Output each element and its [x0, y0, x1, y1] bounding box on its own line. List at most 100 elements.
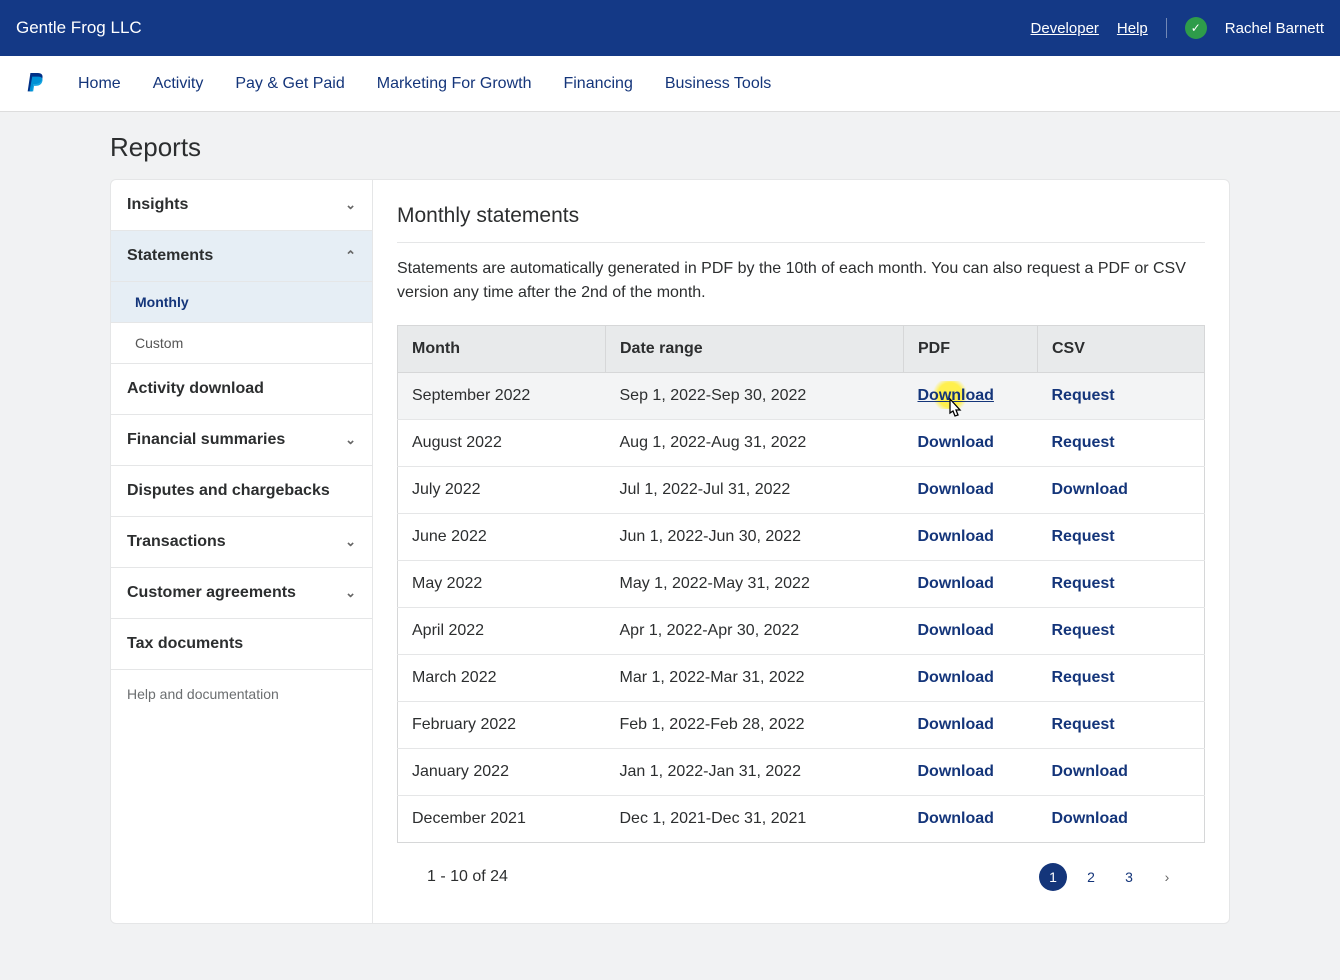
table-row: April 2022Apr 1, 2022-Apr 30, 2022Downlo… — [398, 608, 1205, 655]
cell-pdf: Download — [904, 796, 1038, 843]
page-3-button[interactable]: 3 — [1115, 863, 1143, 891]
chevron-right-icon: › — [1165, 869, 1170, 885]
pdf-download-link[interactable]: Download — [918, 716, 994, 733]
developer-link[interactable]: Developer — [1031, 20, 1099, 37]
sidebar-label: Transactions — [127, 533, 226, 551]
main-content: Monthly statements Statements are automa… — [373, 180, 1229, 923]
csv-action-link[interactable]: Request — [1052, 528, 1115, 545]
nav-marketing[interactable]: Marketing For Growth — [377, 75, 532, 93]
cell-month: December 2021 — [398, 796, 606, 843]
nav-home[interactable]: Home — [78, 75, 121, 93]
csv-action-link[interactable]: Request — [1052, 575, 1115, 592]
nav-bar: Home Activity Pay & Get Paid Marketing F… — [0, 56, 1340, 112]
nav-financing[interactable]: Financing — [563, 75, 632, 93]
nav-pay-get-paid[interactable]: Pay & Get Paid — [235, 75, 344, 93]
sidebar-help-docs[interactable]: Help and documentation — [111, 670, 372, 718]
page-1-button[interactable]: 1 — [1039, 863, 1067, 891]
cell-pdf: Download — [904, 467, 1038, 514]
pdf-download-link[interactable]: Download — [918, 575, 994, 592]
sidebar-label: Disputes and chargebacks — [127, 482, 330, 500]
pdf-download-link[interactable]: Download — [918, 763, 994, 780]
pdf-download-link[interactable]: Download — [918, 810, 994, 827]
chevron-down-icon: ⌄ — [345, 432, 356, 448]
csv-action-link[interactable]: Download — [1052, 763, 1128, 780]
sidebar-statements[interactable]: Statements ⌃ — [111, 231, 372, 282]
sidebar-activity-download[interactable]: Activity download — [111, 364, 372, 415]
sidebar-customer-agreements[interactable]: Customer agreements ⌄ — [111, 568, 372, 619]
page-next-button[interactable]: › — [1153, 863, 1181, 891]
table-row: August 2022Aug 1, 2022-Aug 31, 2022 Downl… — [398, 420, 1205, 467]
pagination: 1 2 3 › — [1039, 863, 1181, 891]
table-row: June 2022Jun 1, 2022-Jun 30, 2022Downloa… — [398, 514, 1205, 561]
sidebar-label: Statements — [127, 247, 213, 265]
csv-action-link[interactable]: Download — [1052, 810, 1128, 827]
company-name: Gentle Frog LLC — [16, 18, 142, 38]
page-2-button[interactable]: 2 — [1077, 863, 1105, 891]
cell-date-range: Jan 1, 2022-Jan 31, 2022 — [606, 749, 904, 796]
cell-month: June 2022 — [398, 514, 606, 561]
sidebar-label: Tax documents — [127, 635, 243, 653]
sidebar-transactions[interactable]: Transactions ⌄ — [111, 517, 372, 568]
cell-month: May 2022 — [398, 561, 606, 608]
chevron-down-icon: ⌄ — [345, 534, 356, 550]
statements-table: Month Date range PDF CSV September 2022S… — [397, 325, 1205, 843]
table-row: September 2022Sep 1, 2022-Sep 30, 2022Do… — [398, 373, 1205, 420]
cell-month: July 2022 — [398, 467, 606, 514]
sidebar-insights[interactable]: Insights ⌄ — [111, 180, 372, 231]
csv-action-link[interactable]: Request — [1052, 434, 1115, 451]
chevron-down-icon: ⌄ — [345, 585, 356, 601]
th-pdf: PDF — [904, 326, 1038, 373]
pdf-download-link[interactable]: Download — [918, 434, 994, 451]
sidebar-label: Financial summaries — [127, 431, 285, 449]
cell-date-range: Aug 1, 2022-Aug 31, 2022 — [606, 420, 904, 467]
sidebar-label: Customer agreements — [127, 584, 296, 602]
table-row: December 2021Dec 1, 2021-Dec 31, 2021 Dow… — [398, 796, 1205, 843]
csv-action-link[interactable]: Request — [1052, 716, 1115, 733]
cell-pdf: Download — [904, 655, 1038, 702]
cell-pdf: Download — [904, 608, 1038, 655]
sidebar-label: Insights — [127, 196, 188, 214]
cell-month: September 2022 — [398, 373, 606, 420]
paypal-logo-icon[interactable] — [24, 71, 46, 97]
cell-csv: Request — [1038, 702, 1205, 749]
help-link[interactable]: Help — [1117, 20, 1148, 37]
cell-month: March 2022 — [398, 655, 606, 702]
cell-date-range: Dec 1, 2021-Dec 31, 2021 — [606, 796, 904, 843]
cell-month: August 2022 — [398, 420, 606, 467]
hover-highlight — [930, 381, 970, 409]
sidebar-financial-summaries[interactable]: Financial summaries ⌄ — [111, 415, 372, 466]
th-date-range: Date range — [606, 326, 904, 373]
chevron-up-icon: ⌃ — [345, 248, 356, 264]
cell-csv: Request — [1038, 420, 1205, 467]
sidebar-statements-monthly[interactable]: Monthly — [111, 282, 372, 323]
pdf-download-link[interactable]: Download — [918, 387, 994, 404]
cell-month: January 2022 — [398, 749, 606, 796]
cell-pdf: Download — [904, 702, 1038, 749]
cell-csv: Download — [1038, 467, 1205, 514]
user-name[interactable]: Rachel Barnett — [1225, 20, 1324, 37]
pdf-download-link[interactable]: Download — [918, 528, 994, 545]
sidebar-statements-custom[interactable]: Custom — [111, 323, 372, 364]
cell-csv: Download — [1038, 749, 1205, 796]
content-heading: Monthly statements — [397, 204, 1205, 243]
avatar-icon[interactable]: ✓ — [1185, 17, 1207, 39]
pdf-download-link[interactable]: Download — [918, 669, 994, 686]
pdf-download-link[interactable]: Download — [918, 622, 994, 639]
sidebar-disputes[interactable]: Disputes and chargebacks — [111, 466, 372, 517]
th-month: Month — [398, 326, 606, 373]
pdf-download-link[interactable]: Download — [918, 481, 994, 498]
cell-date-range: Jul 1, 2022-Jul 31, 2022 — [606, 467, 904, 514]
csv-action-link[interactable]: Request — [1052, 387, 1115, 404]
divider — [1166, 18, 1167, 38]
csv-action-link[interactable]: Request — [1052, 622, 1115, 639]
pagination-range: 1 - 10 of 24 — [427, 868, 508, 886]
csv-action-link[interactable]: Download — [1052, 481, 1128, 498]
nav-activity[interactable]: Activity — [153, 75, 204, 93]
sidebar-tax-documents[interactable]: Tax documents — [111, 619, 372, 670]
cell-pdf: Download — [904, 514, 1038, 561]
content-description: Statements are automatically generated i… — [397, 257, 1205, 305]
nav-business-tools[interactable]: Business Tools — [665, 75, 771, 93]
csv-action-link[interactable]: Request — [1052, 669, 1115, 686]
cell-csv: Request — [1038, 514, 1205, 561]
table-row: January 2022Jan 1, 2022-Jan 31, 2022 Down… — [398, 749, 1205, 796]
